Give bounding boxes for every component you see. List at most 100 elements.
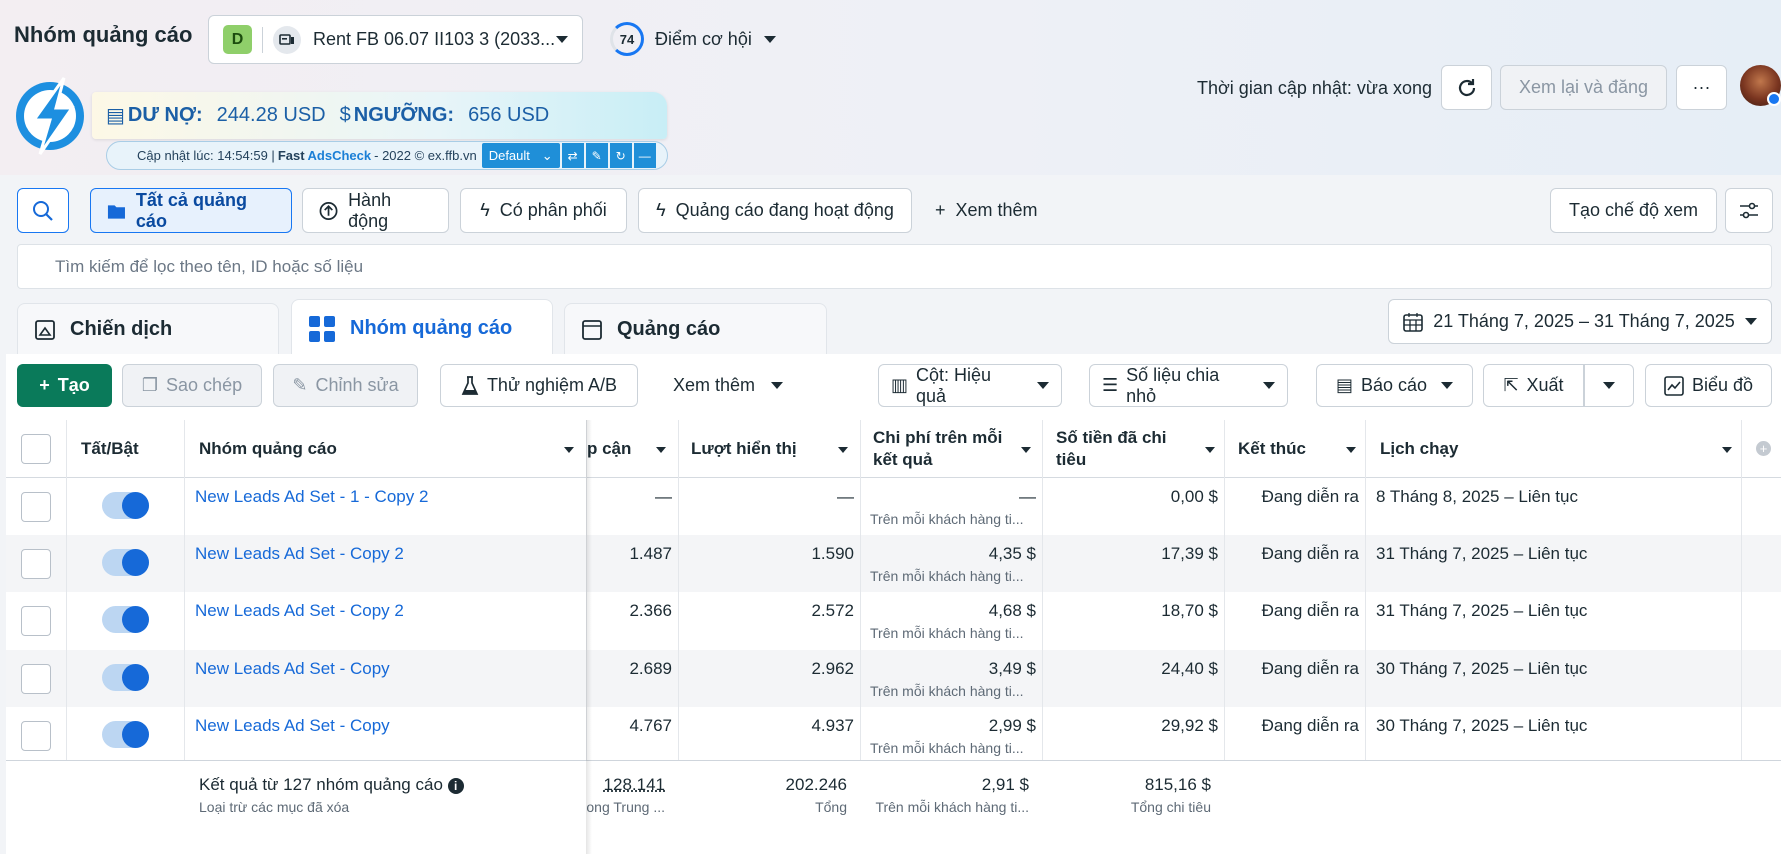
refresh-icon[interactable]: ↻ (609, 143, 632, 168)
line-chart-icon (1664, 375, 1684, 396)
table-row[interactable]: New Leads Ad Set - 1 - Copy 2 — — — Trên mỗi… (6, 478, 1781, 535)
more-actions-button[interactable]: Xem thêm (655, 364, 801, 407)
view-settings-button[interactable] (1725, 188, 1773, 233)
ends-value: Đang diễn ra (1261, 544, 1359, 563)
sort-icon[interactable] (564, 447, 574, 453)
minimize-icon[interactable]: — (633, 143, 656, 168)
adset-name-link[interactable]: New Leads Ad Set - 1 - Copy 2 (195, 487, 428, 507)
chevron-down-icon: ⌄ (541, 147, 553, 163)
tab-ads[interactable]: Quảng cáo (564, 303, 827, 355)
folder-icon (107, 204, 125, 219)
breakdown-button[interactable]: ☰ Số liệu chia nhỏ (1089, 364, 1288, 407)
info-icon[interactable]: i (447, 778, 464, 794)
filter-delivering[interactable]: ϟ Có phân phối (460, 188, 627, 233)
tab-campaigns[interactable]: Chiến dịch (17, 303, 279, 355)
header-ends[interactable]: Kết thúc (1238, 420, 1306, 478)
reports-button[interactable]: ▤ Báo cáo (1316, 364, 1473, 407)
chart-button[interactable]: Biểu đồ (1645, 364, 1772, 407)
adset-name-link[interactable]: New Leads Ad Set - Copy 2 (195, 544, 404, 564)
opportunity-score[interactable]: 74 Điểm cơ hội (610, 22, 776, 56)
adsets-table: Tất/Bật Nhóm quảng cáo p cận Lượt hiển t… (6, 420, 1781, 854)
sort-icon[interactable] (1346, 447, 1356, 453)
filter-running-ads[interactable]: ϟ Quảng cáo đang hoạt động (638, 188, 912, 233)
row-status-toggle[interactable] (102, 721, 149, 748)
create-button[interactable]: + Tạo (17, 364, 112, 407)
table-header: Tất/Bật Nhóm quảng cáo p cận Lượt hiển t… (6, 420, 1781, 478)
search-input[interactable]: Tìm kiếm để lọc theo tên, ID hoặc số liệ… (17, 244, 1772, 289)
sort-icon[interactable] (1021, 447, 1031, 453)
status-prefix: Cập nhật lúc: 14:54:59 | (137, 148, 275, 163)
opportunity-score-ring: 74 (610, 22, 644, 56)
flask-icon (461, 375, 479, 395)
table-row[interactable]: New Leads Ad Set - Copy 4.767 4.937 2,99 $ T… (6, 707, 1781, 764)
cpr-subtext: Trên mỗi khách hàng ti... (870, 683, 1024, 699)
review-publish-button[interactable]: Xem lại và đăng (1500, 65, 1667, 110)
export-dropdown[interactable] (1584, 364, 1634, 407)
header-amount-spent[interactable]: Số tiền đã chi tiêu (1056, 420, 1167, 478)
adset-name-link[interactable]: New Leads Ad Set - Copy (195, 716, 390, 736)
profile-dropdown[interactable]: Default ⌄ (481, 143, 560, 168)
copy-label: Sao chép (166, 375, 243, 395)
row-status-toggle[interactable] (102, 492, 149, 519)
impressions-value: 2.962 (811, 659, 854, 678)
ends-value: Đang diễn ra (1261, 487, 1359, 506)
header-impressions[interactable]: Lượt hiển thị (691, 420, 797, 478)
row-status-toggle[interactable] (102, 664, 149, 691)
header-cpr-line2: kết quả (873, 450, 933, 469)
row-status-toggle[interactable] (102, 606, 149, 633)
adset-name-link[interactable]: New Leads Ad Set - Copy 2 (195, 601, 404, 621)
header-schedule[interactable]: Lịch chạy (1380, 420, 1458, 478)
reach-value: 1.487 (629, 544, 672, 563)
sliders-icon (1740, 202, 1758, 218)
row-checkbox[interactable] (21, 492, 51, 522)
add-column-icon[interactable]: + (1756, 441, 1771, 456)
sort-icon[interactable] (1205, 447, 1215, 453)
campaign-icon (35, 319, 55, 340)
header-cost-per-result[interactable]: Chi phí trên mỗi kết quả (873, 420, 1002, 478)
columns-button[interactable]: ▥ Cột: Hiệu quả (878, 364, 1062, 407)
header-reach[interactable]: p cận (587, 420, 631, 478)
filter-all-ads[interactable]: Tất cả quảng cáo (90, 188, 292, 233)
more-filters-button[interactable]: + Xem thêm (935, 200, 1038, 221)
reach-value: 2.366 (629, 601, 672, 620)
copy-button[interactable]: ❐ Sao chép (122, 364, 262, 407)
chevron-down-icon (1037, 382, 1049, 389)
edit-button[interactable]: ✎ Chỉnh sửa (273, 364, 418, 407)
select-all-checkbox[interactable] (21, 434, 51, 464)
search-button[interactable] (17, 188, 69, 233)
table-row[interactable]: New Leads Ad Set - Copy 2 1.487 1.590 4,35 … (6, 535, 1781, 592)
row-checkbox[interactable] (21, 606, 51, 636)
table-row[interactable]: New Leads Ad Set - Copy 2.689 2.962 3,49 $ T… (6, 650, 1781, 707)
header-toggle[interactable]: Tất/Bật (81, 420, 139, 478)
ab-test-label: Thử nghiệm A/B (486, 375, 618, 395)
export-button[interactable]: ⇱ Xuất (1483, 364, 1584, 407)
row-status-toggle[interactable] (102, 549, 149, 576)
create-view-button[interactable]: Tạo chế độ xem (1550, 188, 1717, 233)
tab-adsets[interactable]: Nhóm quảng cáo (291, 299, 553, 357)
adset-name-link[interactable]: New Leads Ad Set - Copy (195, 659, 390, 679)
account-badge: D (223, 25, 252, 54)
row-checkbox[interactable] (21, 664, 51, 694)
sort-icon[interactable] (656, 447, 666, 453)
bolt-icon: ϟ (480, 200, 490, 220)
date-range-picker[interactable]: 21 Tháng 7, 2025 – 31 Tháng 7, 2025 (1388, 299, 1772, 344)
header-name[interactable]: Nhóm quảng cáo (199, 420, 337, 478)
divider (262, 26, 263, 53)
filter-action[interactable]: Hành động (302, 188, 449, 233)
ab-test-button[interactable]: Thử nghiệm A/B (440, 364, 638, 407)
refresh-button[interactable] (1441, 65, 1492, 110)
bolt-logo-icon (16, 77, 84, 155)
more-options-button[interactable]: ··· (1676, 65, 1727, 110)
account-selector[interactable]: D Rent FB 06.07 II103 3 (2033... (208, 15, 583, 64)
bolt-icon: ϟ (656, 200, 666, 220)
impressions-value: 1.590 (811, 544, 854, 563)
shuffle-icon[interactable]: ⇄ (561, 143, 584, 168)
profile-dropdown-label: Default (488, 148, 530, 163)
sort-icon[interactable] (838, 447, 848, 453)
plus-icon: + (39, 375, 50, 395)
edit-icon[interactable]: ✎ (585, 143, 608, 168)
row-checkbox[interactable] (21, 549, 51, 579)
row-checkbox[interactable] (21, 721, 51, 751)
table-row[interactable]: New Leads Ad Set - Copy 2 2.366 2.572 4,68 … (6, 592, 1781, 649)
sort-icon[interactable] (1722, 447, 1732, 453)
